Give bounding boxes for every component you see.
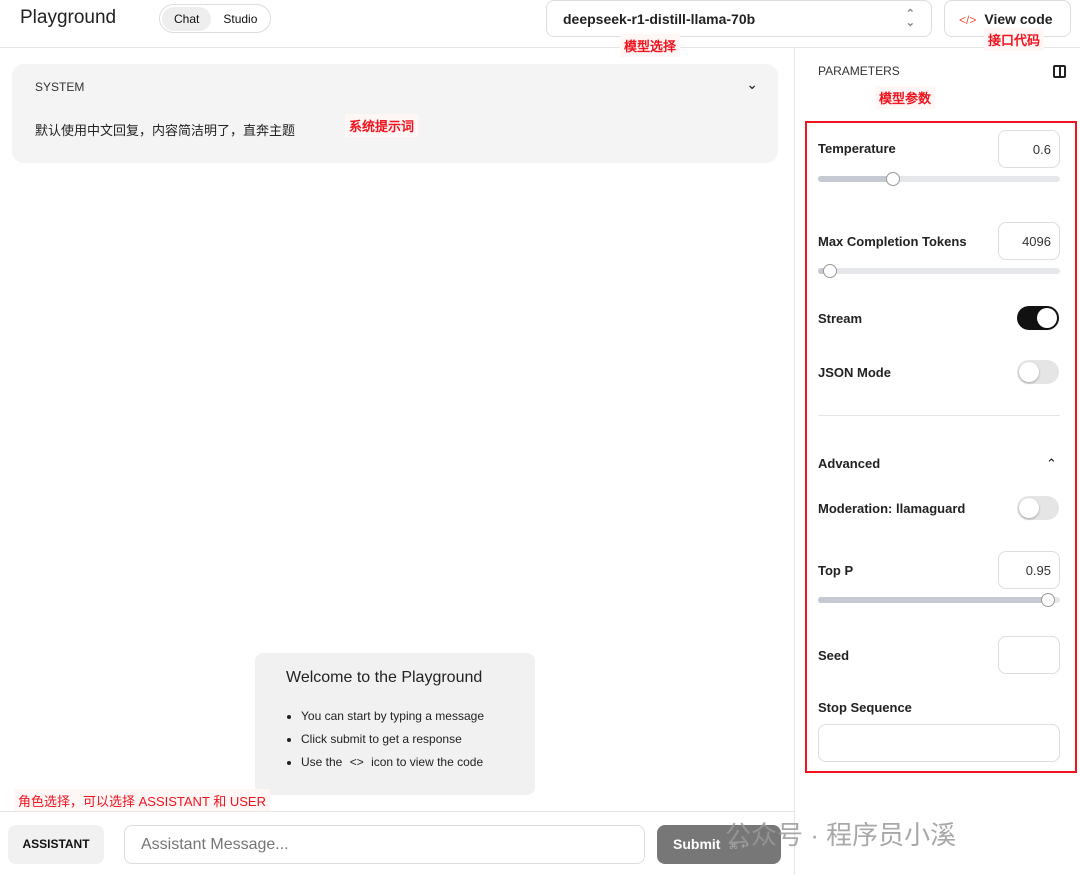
welcome-item: Click submit to get a response <box>301 732 484 746</box>
stream-label: Stream <box>818 311 862 326</box>
app-title: Playground <box>20 7 116 29</box>
code-icon: <> <box>350 755 364 769</box>
code-icon: </> <box>959 13 976 27</box>
watermark: 公众号 · 程序员小溪 <box>725 815 956 852</box>
system-label: SYSTEM <box>35 80 84 94</box>
max-tokens-input[interactable]: 4096 <box>998 222 1060 260</box>
header-divider <box>0 47 1080 48</box>
composer-divider <box>0 811 794 812</box>
annotation-system: 系统提示词 <box>345 114 418 137</box>
system-prompt-text[interactable]: 默认使用中文回复，内容简洁明了，直奔主题 <box>35 120 295 139</box>
annotation-code: 接口代码 <box>984 28 1044 51</box>
stream-toggle[interactable] <box>1017 306 1059 330</box>
view-code-label: View code <box>984 11 1052 27</box>
welcome-card: Welcome to the Playground You can start … <box>255 653 535 795</box>
seed-label: Seed <box>818 648 849 663</box>
annotation-model: 模型选择 <box>620 34 680 57</box>
panel-divider <box>794 48 795 875</box>
stop-sequence-input[interactable] <box>818 724 1060 762</box>
slider-thumb[interactable] <box>886 172 900 186</box>
chevron-down-icon[interactable]: ⌄ <box>746 76 758 93</box>
tab-studio[interactable]: Studio <box>211 7 269 31</box>
stop-sequence-label: Stop Sequence <box>818 700 912 715</box>
model-select[interactable]: deepseek-r1-distill-llama-70b ⌃⌄ <box>546 0 932 37</box>
seed-input[interactable] <box>998 636 1060 674</box>
welcome-text: icon to view the code <box>371 755 483 769</box>
max-tokens-label: Max Completion Tokens <box>818 234 967 249</box>
welcome-text: Use the <box>301 755 342 769</box>
role-button[interactable]: ASSISTANT <box>8 825 104 864</box>
parameters-title: PARAMETERS <box>818 64 900 78</box>
temperature-slider[interactable] <box>818 176 1060 182</box>
welcome-item: You can start by typing a message <box>301 709 484 723</box>
moderation-label: Moderation: llamaguard <box>818 501 965 516</box>
divider <box>818 415 1060 416</box>
top-p-label: Top P <box>818 563 853 578</box>
panel-toggle-icon[interactable] <box>1053 65 1066 78</box>
model-name: deepseek-r1-distill-llama-70b <box>563 11 755 27</box>
top-p-slider[interactable] <box>818 597 1060 603</box>
annotation-role: 角色选择，可以选择 ASSISTANT 和 USER <box>14 789 270 812</box>
moderation-toggle[interactable] <box>1017 496 1059 520</box>
chevron-updown-icon: ⌃⌄ <box>906 10 915 28</box>
welcome-title: Welcome to the Playground <box>286 669 482 687</box>
temperature-label: Temperature <box>818 141 896 156</box>
max-tokens-slider[interactable] <box>818 268 1060 274</box>
welcome-item: Use the <> icon to view the code <box>301 755 484 769</box>
slider-thumb[interactable] <box>823 264 837 278</box>
json-mode-toggle[interactable] <box>1017 360 1059 384</box>
annotation-box <box>805 121 1077 773</box>
advanced-label[interactable]: Advanced <box>818 456 880 471</box>
mode-switch: Chat Studio <box>159 4 271 33</box>
chevron-up-icon[interactable]: ⌃ <box>1046 456 1057 472</box>
top-p-input[interactable]: 0.95 <box>998 551 1060 589</box>
temperature-input[interactable]: 0.6 <box>998 130 1060 168</box>
annotation-params: 模型参数 <box>875 86 935 109</box>
submit-label: Submit <box>673 836 720 852</box>
slider-thumb[interactable] <box>1041 593 1055 607</box>
message-input[interactable] <box>124 825 645 864</box>
json-mode-label: JSON Mode <box>818 365 891 380</box>
tab-chat[interactable]: Chat <box>162 7 211 31</box>
